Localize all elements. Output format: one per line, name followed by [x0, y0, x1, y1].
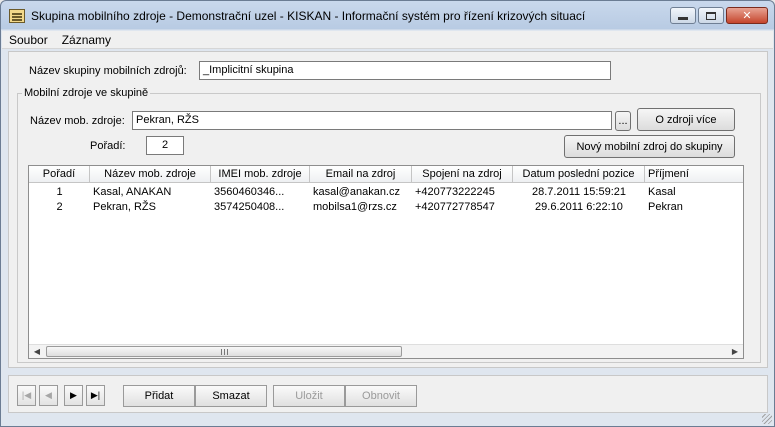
browse-source-button[interactable]: ...	[615, 111, 631, 131]
delete-button[interactable]: Smazat	[195, 385, 267, 407]
minimize-icon	[678, 17, 688, 20]
menu-soubor[interactable]: Soubor	[2, 33, 55, 47]
maximize-icon	[706, 11, 716, 20]
sources-table: Pořadí Název mob. zdroje IMEI mob. zdroj…	[28, 165, 744, 359]
col-nazev[interactable]: Název mob. zdroje	[90, 166, 211, 183]
cell-surname: Pekran	[648, 201, 683, 213]
cell-surname: Kasal	[648, 186, 676, 198]
col-prijmeni[interactable]: Příjmení	[645, 166, 743, 183]
col-email[interactable]: Email na zdroj	[310, 166, 412, 183]
col-imei[interactable]: IMEI mob. zdroje	[211, 166, 310, 183]
title-bar[interactable]: Skupina mobilního zdroje - Demonstrační …	[1, 1, 774, 31]
form-window-icon	[9, 9, 25, 23]
source-name-field[interactable]: Pekran, RŽS	[132, 111, 612, 130]
cell-order: 1	[56, 186, 63, 198]
cell-phone: +420773222245	[415, 186, 495, 198]
col-spojeni[interactable]: Spojení na zdroj	[412, 166, 513, 183]
application-window: Skupina mobilního zdroje - Demonstrační …	[0, 0, 775, 427]
record-navigation-bar: |◀ ◀ ▶ ▶| Přidat Smazat Uložit Obnovit	[8, 375, 768, 413]
refresh-button[interactable]: Obnovit	[345, 385, 417, 407]
scroll-right-icon[interactable]: ▶	[728, 345, 742, 358]
order-label: Pořadí:	[90, 140, 126, 152]
maximize-button[interactable]	[698, 7, 724, 24]
last-record-icon: ▶|	[90, 390, 101, 400]
horizontal-scrollbar[interactable]: ◀ ▶	[29, 344, 743, 358]
save-button[interactable]: Uložit	[273, 385, 345, 407]
cell-name: Pekran, RŽS	[93, 201, 156, 213]
close-button[interactable]: ✕	[726, 7, 768, 24]
group-name-field[interactable]: _Implicitní skupina	[199, 61, 611, 80]
first-record-button[interactable]: |◀	[17, 385, 36, 406]
first-record-icon: |◀	[21, 390, 32, 400]
scroll-left-icon[interactable]: ◀	[30, 345, 44, 358]
col-datum[interactable]: Datum poslední pozice	[513, 166, 645, 183]
window-controls: ✕	[670, 7, 768, 24]
menu-zaznamy[interactable]: Záznamy	[55, 33, 118, 47]
form-body: Název skupiny mobilních zdrojů: _Implici…	[8, 51, 768, 368]
close-icon: ✕	[742, 10, 752, 22]
source-more-info-button[interactable]: O zdroji více	[637, 108, 735, 131]
group-name-label: Název skupiny mobilních zdrojů:	[29, 65, 187, 77]
menu-bar: Soubor Záznamy	[2, 31, 773, 49]
add-button[interactable]: Přidat	[123, 385, 195, 407]
cell-date: 29.6.2011 6:22:10	[535, 201, 623, 213]
last-record-button[interactable]: ▶|	[86, 385, 105, 406]
table-row[interactable]: 2 Pekran, RŽS 3574250408... mobilsa1@rzs…	[29, 200, 743, 214]
cell-name: Kasal, ANAKAN	[93, 186, 172, 198]
previous-record-button[interactable]: ◀	[39, 385, 58, 406]
minimize-button[interactable]	[670, 7, 696, 24]
table-header: Pořadí Název mob. zdroje IMEI mob. zdroj…	[29, 166, 743, 183]
window-title: Skupina mobilního zdroje - Demonstrační …	[31, 9, 586, 23]
cell-email: mobilsa1@rzs.cz	[313, 201, 397, 213]
table-row[interactable]: 1 Kasal, ANAKAN 3560460346... kasal@anak…	[29, 185, 743, 199]
cell-order: 2	[56, 201, 63, 213]
sources-group-title: Mobilní zdroje ve skupině	[22, 87, 151, 99]
cell-imei: 3574250408...	[214, 201, 285, 213]
order-field[interactable]: 2	[146, 136, 184, 155]
col-poradi[interactable]: Pořadí	[29, 166, 90, 183]
previous-record-icon: ◀	[45, 390, 52, 400]
new-source-button[interactable]: Nový mobilní zdroj do skupiny	[564, 135, 735, 158]
cell-email: kasal@anakan.cz	[313, 186, 400, 198]
cell-date: 28.7.2011 15:59:21	[532, 186, 626, 198]
scrollbar-thumb[interactable]	[46, 346, 402, 357]
next-record-button[interactable]: ▶	[64, 385, 83, 406]
resize-grip-icon[interactable]	[762, 414, 772, 424]
next-record-icon: ▶	[70, 390, 77, 400]
cell-imei: 3560460346...	[214, 186, 285, 198]
grip-icon	[220, 348, 228, 355]
cell-phone: +420772778547	[415, 201, 495, 213]
source-name-label: Název mob. zdroje:	[30, 115, 125, 127]
